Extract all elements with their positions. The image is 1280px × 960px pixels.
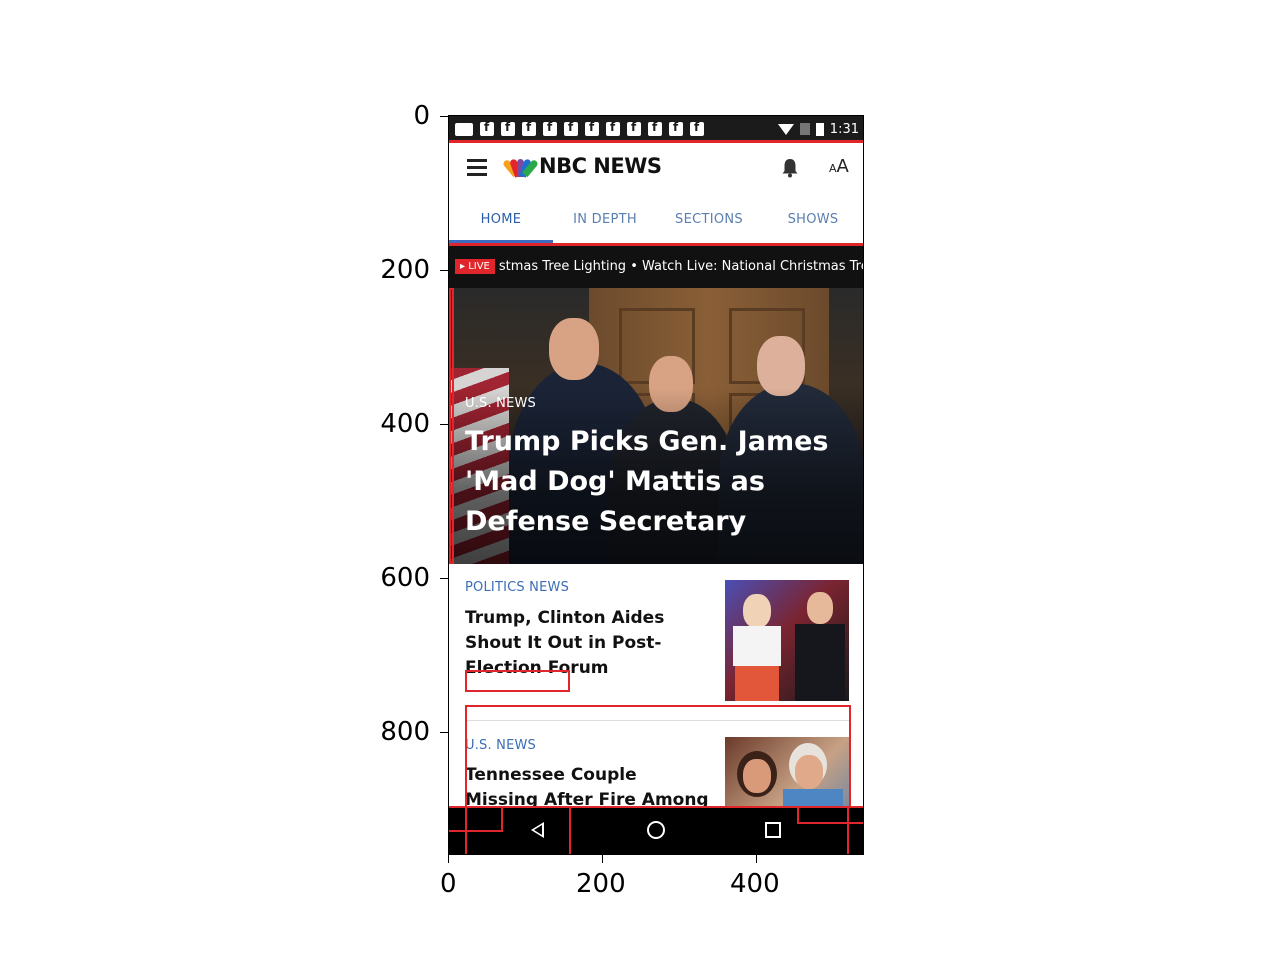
live-badge: ▸ LIVE	[455, 258, 495, 274]
wifi-icon	[777, 123, 794, 135]
system-nav-bar	[449, 806, 863, 854]
story-headline: Trump, Clinton Aides Shout It Out in Pos…	[465, 608, 665, 678]
story-category: U.S. NEWS	[465, 738, 537, 753]
logo-text: NBC NEWS	[539, 154, 662, 178]
story-card[interactable]: POLITICS NEWS Trump, Clinton Aides Shout…	[449, 564, 863, 720]
facebook-icon	[585, 120, 599, 136]
hero-image-face	[549, 318, 599, 380]
facebook-icon	[501, 120, 515, 136]
y-tick-800: 800	[380, 717, 430, 747]
tab-sections[interactable]: SECTIONS	[657, 192, 761, 244]
peacock-icon	[502, 155, 539, 178]
story-thumbnail	[725, 580, 849, 701]
x-tick-mark	[602, 855, 603, 863]
facebook-icon	[648, 120, 662, 136]
hero-story[interactable]: U.S. NEWS Trump Picks Gen. James 'Mad Do…	[449, 288, 863, 564]
y-tick-mark	[440, 270, 448, 271]
facebook-icon	[480, 120, 494, 136]
facebook-icon	[606, 120, 620, 136]
status-time: 1:31	[829, 121, 859, 137]
facebook-icon	[669, 120, 683, 136]
notification-icons	[455, 120, 704, 136]
recent-apps-icon[interactable]	[765, 822, 781, 838]
y-tick-600: 600	[380, 563, 430, 593]
notifications-bell-icon[interactable]	[781, 158, 799, 178]
x-tick-400: 400	[730, 869, 780, 899]
back-icon[interactable]	[531, 822, 544, 838]
x-tick-mark	[448, 855, 449, 863]
text-size-large: A	[836, 156, 849, 177]
tab-shows[interactable]: SHOWS	[761, 192, 863, 244]
ticker-text: stmas Tree Lighting • Watch Live: Nation…	[498, 258, 864, 274]
facebook-icon	[543, 120, 557, 136]
hero-image-face	[757, 336, 805, 396]
tab-in-depth[interactable]: IN DEPTH	[553, 192, 657, 244]
facebook-icon	[564, 120, 578, 136]
y-tick-200: 200	[380, 255, 430, 285]
hero-headline: Trump Picks Gen. James 'Mad Dog' Mattis …	[465, 426, 829, 537]
phone-screen: 1:31 NBC NEWS AA HOME IN DEPTH SECTIONS …	[448, 115, 864, 855]
x-tick-mark	[756, 855, 757, 863]
menu-icon[interactable]	[467, 159, 487, 180]
active-tab-indicator	[449, 240, 553, 243]
text-size-small: A	[829, 162, 837, 175]
message-icon	[455, 122, 473, 136]
no-sim-icon	[799, 123, 810, 135]
nbc-news-logo: NBC NEWS	[502, 154, 662, 178]
hero-category: U.S. NEWS	[465, 396, 537, 411]
y-tick-mark	[440, 578, 448, 579]
story-headline: Tennessee Couple Missing After Fire Amon…	[465, 765, 709, 806]
y-tick-mark	[440, 424, 448, 425]
y-tick-mark	[440, 116, 448, 117]
story-thumbnail	[725, 737, 849, 806]
facebook-icon	[690, 120, 704, 136]
facebook-icon	[522, 120, 536, 136]
y-tick-0: 0	[413, 101, 430, 131]
status-bar: 1:31	[449, 116, 863, 142]
x-tick-200: 200	[576, 869, 626, 899]
app-bar: NBC NEWS AA	[449, 142, 863, 192]
tab-home[interactable]: HOME	[449, 192, 553, 244]
live-ticker[interactable]: ▸ LIVE stmas Tree Lighting • Watch Live:…	[449, 244, 864, 288]
y-tick-400: 400	[380, 409, 430, 439]
x-tick-0: 0	[440, 869, 457, 899]
story-card[interactable]: U.S. NEWS Tennessee Couple Missing After…	[449, 721, 863, 806]
text-size-button[interactable]: AA	[829, 156, 849, 177]
facebook-icon	[627, 120, 641, 136]
story-category: POLITICS NEWS	[465, 580, 570, 595]
y-tick-mark	[440, 732, 448, 733]
battery-icon	[815, 122, 824, 136]
home-icon[interactable]	[647, 821, 665, 839]
section-tabs: HOME IN DEPTH SECTIONS SHOWS	[449, 192, 863, 244]
